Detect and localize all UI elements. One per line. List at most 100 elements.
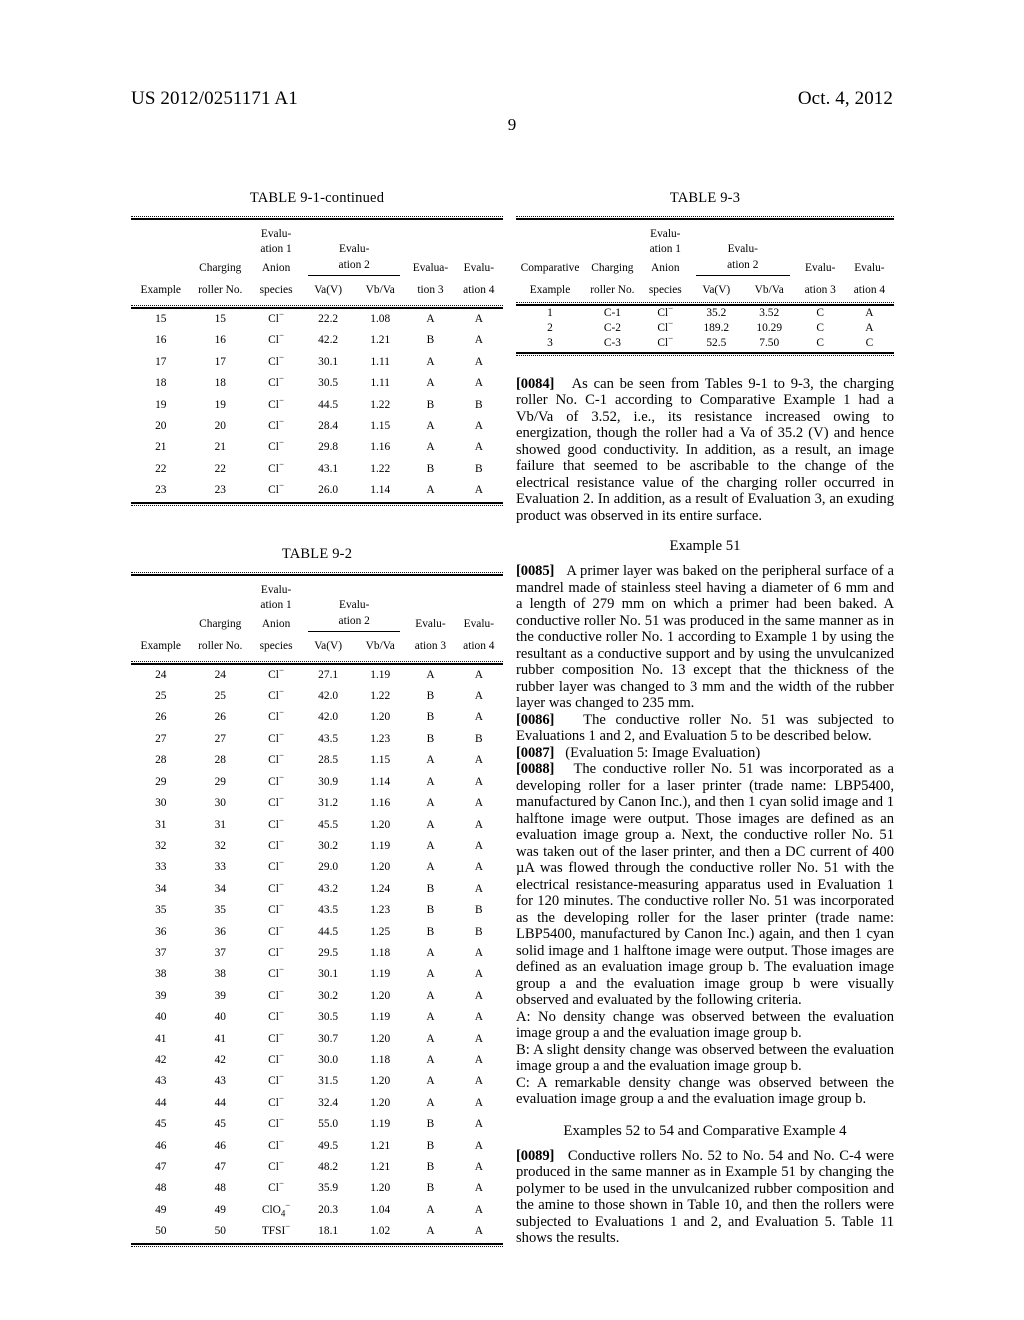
header-cell: ation 4	[463, 284, 495, 296]
table-row: 40 40 Cl− 30.5 1.19 A A	[131, 1007, 503, 1028]
table-cell: 40	[214, 1011, 226, 1024]
table-cell: 49	[155, 1203, 167, 1216]
heading-examples-52-to-54: Examples 52 to 54 and Comparative Exampl…	[563, 1122, 847, 1139]
table-cell: 46	[214, 1139, 226, 1152]
header-cell-evaluation-2: ation 2	[302, 257, 406, 276]
header-cell: ation 3	[804, 284, 836, 296]
criterion-b: B: A slight density change was observed …	[516, 1041, 894, 1075]
cell-anion-species: Cl−	[268, 900, 284, 917]
table-cell: A	[474, 754, 483, 767]
paragraph-number: [0085]	[516, 563, 555, 580]
table-cell: C-3	[603, 337, 621, 350]
table-row: 49 49 ClO4− 20.3 1.04 A A	[131, 1200, 503, 1221]
table-cell: 25	[155, 690, 167, 703]
table-cell: 22.2	[318, 313, 339, 325]
table-cell: 1	[547, 307, 553, 319]
header-cell: Comparative	[520, 262, 580, 274]
table-cell: 37	[214, 946, 226, 959]
cell-anion-species: Cl−	[268, 964, 284, 981]
table-cell: B	[475, 398, 483, 411]
table-cell: 30.9	[318, 775, 339, 788]
table-header-row: Comparative Charging Anion ation 2 Evalu…	[516, 257, 894, 276]
paragraph-0089: [0089] Conductive rollers No. 52 to No. …	[516, 1148, 894, 1247]
table-cell: B	[426, 904, 435, 917]
table-cell: C-1	[603, 307, 621, 319]
table-cell: A	[865, 307, 874, 319]
table-cell: A	[474, 797, 483, 810]
header-cell: ation 3	[414, 639, 447, 652]
table-row: 29 29 Cl− 30.9 1.14 A A	[131, 772, 503, 793]
table-cell: B	[426, 1139, 435, 1152]
left-column: TABLE 9-1-continued Evalu- ation 1 Evalu…	[131, 190, 503, 1253]
table-cell: A	[474, 377, 483, 390]
header-cell: Example	[140, 639, 182, 652]
cell-anion-species: Cl−	[268, 729, 284, 745]
header-cell: Vb/Va	[365, 284, 395, 296]
publication-number: US 2012/0251171 A1	[131, 88, 298, 109]
table-row: 16 16 Cl− 42.2 1.21 B A	[131, 330, 503, 351]
table-cell: A	[474, 1053, 483, 1066]
paragraph-0084: [0084] As can be seen from Tables 9-1 to…	[516, 376, 894, 525]
paragraph-0088: [0088] The conductive roller No. 51 was …	[516, 761, 894, 1009]
header-cell: Anion	[261, 262, 291, 274]
publication-date: Oct. 4, 2012	[797, 88, 893, 109]
header-cell: Evalu-	[463, 262, 494, 274]
right-column: TABLE 9-3 Evalu- ation 1 Evalu- Comparat…	[516, 190, 894, 1247]
table-cell: 1.20	[370, 1075, 391, 1088]
cell-anion-species: Cl−	[268, 1092, 284, 1109]
table-cell: 43.5	[318, 732, 339, 745]
table-cell: A	[474, 1203, 483, 1216]
header-cell: Va(V)	[314, 639, 343, 652]
paragraph-text: As can be seen from Tables 9-1 to 9-3, t…	[516, 375, 894, 524]
table-cell: B	[426, 398, 435, 411]
cell-anion-species: Cl−	[268, 857, 284, 874]
paragraph-0087: [0087] (Evaluation 5: Image Evaluation)	[516, 745, 894, 762]
table-cell: A	[426, 1203, 435, 1216]
table-cell: 32	[214, 839, 226, 852]
table-cell: 47	[214, 1161, 226, 1173]
table-cell: A	[474, 1096, 483, 1109]
table-cell: 22	[214, 462, 226, 475]
table-cell: A	[426, 775, 435, 788]
table-row: 27 27 Cl− 43.5 1.23 B B	[131, 729, 503, 750]
table-cell: 1.19	[370, 1118, 391, 1131]
table-cell: 32	[155, 839, 167, 852]
table-cell: 42.0	[318, 690, 339, 703]
table-cell: 35.2	[706, 307, 727, 319]
table-cell: 1.04	[370, 1203, 391, 1216]
table-cell: 1.08	[370, 313, 391, 325]
table-cell: 1.20	[370, 861, 391, 874]
table-cell: 18	[155, 377, 167, 390]
table-cell: A	[474, 334, 483, 347]
cell-anion-species: Cl−	[268, 1028, 284, 1045]
table-cell: 1.19	[370, 839, 391, 852]
table-cell: A	[426, 839, 435, 852]
table-cell: 26.0	[318, 484, 339, 497]
table-cell: 30.1	[318, 355, 339, 368]
header-cell: Evalu-	[463, 617, 494, 630]
header-cell: roller No.	[198, 639, 243, 652]
header-cell: ation 1	[649, 243, 681, 255]
cell-anion-species: Cl−	[268, 1135, 284, 1152]
header-cell: roller No.	[198, 284, 243, 296]
table-cell: C	[865, 337, 874, 350]
header-cell: Example	[529, 284, 571, 296]
table-row: 28 28 Cl− 28.5 1.15 A A	[131, 750, 503, 771]
table-cell: A	[474, 1182, 483, 1195]
table-cell: A	[474, 946, 483, 959]
table-cell: A	[426, 1053, 435, 1066]
header-cell: species	[259, 639, 293, 652]
table-row: 41 41 Cl− 30.7 1.20 A A	[131, 1029, 503, 1050]
table-cell: 1.23	[370, 904, 391, 917]
table-row: 34 34 Cl− 43.2 1.24 B A	[131, 879, 503, 900]
table-cell: 18	[214, 377, 226, 390]
table-cell: B	[426, 1118, 435, 1131]
table-row: 15 15 Cl− 22.2 1.08 A A	[131, 309, 503, 330]
table-row: 20 20 Cl− 28.4 1.15 A A	[131, 416, 503, 437]
table-cell: B	[426, 462, 435, 475]
table-9-3-grid: Evalu- ation 1 Evalu- Comparative Chargi…	[516, 220, 894, 302]
table-cell: 50	[155, 1225, 167, 1238]
table-cell: A	[474, 968, 483, 981]
header-cell: Evalu-	[727, 243, 758, 255]
header-cell: Evalu-	[854, 262, 885, 274]
